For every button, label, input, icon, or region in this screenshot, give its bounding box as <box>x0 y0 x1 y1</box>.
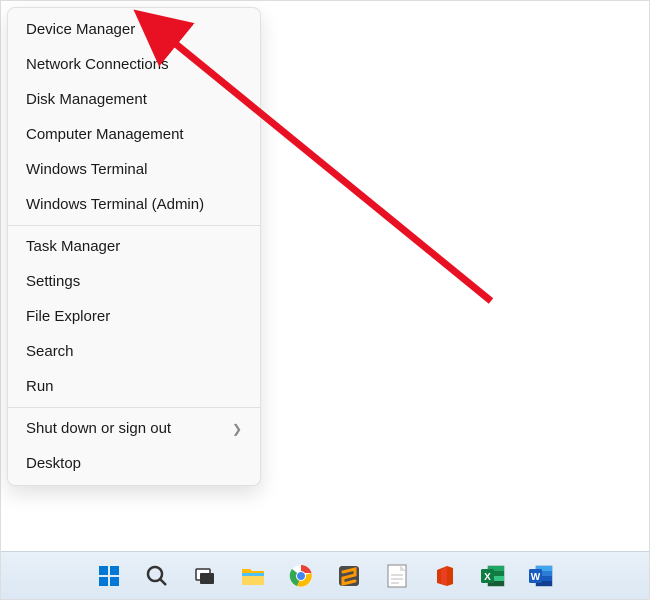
menu-separator <box>8 225 260 226</box>
menu-item-disk-management[interactable]: Disk Management <box>8 82 260 117</box>
menu-label: Network Connections <box>26 56 169 73</box>
file-explorer-icon[interactable] <box>233 556 273 596</box>
menu-label: Disk Management <box>26 91 147 108</box>
menu-item-file-explorer[interactable]: File Explorer <box>8 299 260 334</box>
task-view-icon[interactable] <box>185 556 225 596</box>
menu-item-desktop[interactable]: Desktop <box>8 446 260 481</box>
chevron-right-icon: ❯ <box>232 422 242 436</box>
sublime-text-icon[interactable] <box>329 556 369 596</box>
menu-label: Search <box>26 343 74 360</box>
menu-label: Windows Terminal <box>26 161 147 178</box>
taskbar: X W <box>1 551 649 599</box>
menu-label: Task Manager <box>26 238 120 255</box>
word-icon[interactable]: W <box>521 556 561 596</box>
menu-label: Device Manager <box>26 21 135 38</box>
menu-label: Computer Management <box>26 126 184 143</box>
notepad-icon[interactable] <box>377 556 417 596</box>
search-icon[interactable] <box>137 556 177 596</box>
menu-item-settings[interactable]: Settings <box>8 264 260 299</box>
menu-item-run[interactable]: Run <box>8 369 260 404</box>
menu-item-task-manager[interactable]: Task Manager <box>8 229 260 264</box>
menu-label: Desktop <box>26 455 81 472</box>
menu-item-device-manager[interactable]: Device Manager <box>8 12 260 47</box>
menu-item-search[interactable]: Search <box>8 334 260 369</box>
menu-item-windows-terminal[interactable]: Windows Terminal <box>8 152 260 187</box>
menu-item-network-connections[interactable]: Network Connections <box>8 47 260 82</box>
office-icon[interactable] <box>425 556 465 596</box>
menu-item-windows-terminal-admin[interactable]: Windows Terminal (Admin) <box>8 187 260 222</box>
excel-icon[interactable]: X <box>473 556 513 596</box>
menu-label: Run <box>26 378 54 395</box>
winx-context-menu: Device Manager Network Connections Disk … <box>7 7 261 486</box>
start-icon[interactable] <box>89 556 129 596</box>
menu-label: File Explorer <box>26 308 110 325</box>
menu-label: Windows Terminal (Admin) <box>26 196 204 213</box>
menu-item-computer-management[interactable]: Computer Management <box>8 117 260 152</box>
svg-text:X: X <box>484 572 491 583</box>
menu-separator <box>8 407 260 408</box>
menu-label: Settings <box>26 273 80 290</box>
svg-text:W: W <box>531 572 541 583</box>
chrome-icon[interactable] <box>281 556 321 596</box>
menu-item-shutdown-signout[interactable]: Shut down or sign out ❯ <box>8 411 260 446</box>
menu-label: Shut down or sign out <box>26 420 171 437</box>
